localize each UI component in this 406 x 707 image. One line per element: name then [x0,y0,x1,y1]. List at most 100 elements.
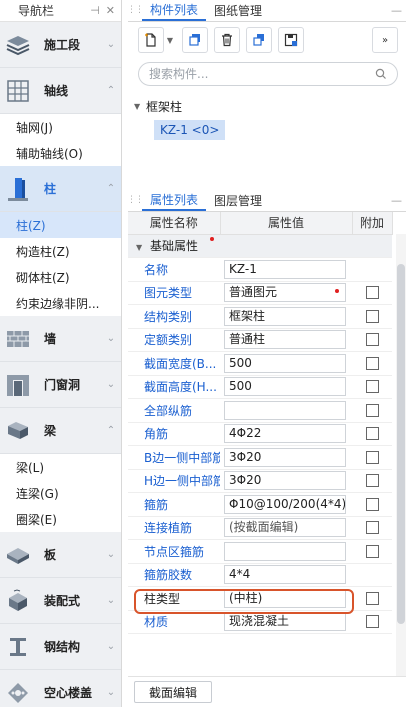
pin-icon[interactable]: ⊣ [90,4,100,17]
tab-drawing-management[interactable]: 图纸管理 [206,0,270,21]
nav-subitem[interactable]: 梁(L) [0,454,121,480]
property-row: 柱类型 (中柱) [128,586,392,611]
component-search[interactable] [138,62,398,86]
nav-category[interactable]: 施工段 ⌄ [0,22,121,68]
property-row: 名称 KZ-1 [128,257,392,282]
chevron-up-icon[interactable]: ⌃ [101,425,121,436]
drag-grip-icon[interactable]: ⋮⋮ [127,0,144,21]
attach-checkbox[interactable] [365,380,379,394]
property-rows: ▼ 基础属性 名称 KZ-1 图元类型 普通图元 结构类别 框架柱 定额类别 普通柱 截面宽度(… [128,234,392,634]
tab-component-list[interactable]: 构件列表 [142,0,207,21]
nav-category[interactable]: 柱 ⌃ [0,166,121,212]
minimize-icon[interactable]: — [391,194,402,207]
nav-subitem[interactable]: 柱(Z) [0,212,121,238]
collapse-caret-icon[interactable]: ▼ [136,243,142,252]
navigation-panel: 导航栏 ⊣ ✕ 施工段 ⌄ 轴线 ⌃ 轴网(J) 辅助轴线(O) 柱 ⌃ 柱(Z) 构造柱(Z) 砌… [0,0,122,707]
nav-category[interactable]: 钢结构 ⌄ [0,624,121,670]
header-property-name: 属性名称 [128,212,221,235]
attach-checkbox[interactable] [365,333,379,347]
attach-checkbox[interactable] [365,497,379,511]
attach-checkbox[interactable] [365,591,379,605]
minimize-icon[interactable]: — [391,4,402,17]
drag-grip-icon[interactable]: ⋮⋮ [127,189,144,211]
attach-checkbox[interactable] [365,356,379,370]
nav-category[interactable]: 梁 ⌃ [0,408,121,454]
tab-layer-management[interactable]: 图层管理 [206,189,270,211]
nav-category[interactable]: 装配式 ⌄ [0,578,121,624]
delete-component-button[interactable] [214,27,240,53]
tab-property-list[interactable]: 属性列表 [142,189,207,211]
property-value-field[interactable]: 4Φ22 [224,424,346,444]
group-label: 基础属性 [149,239,198,254]
property-value-field[interactable]: (中柱) [224,588,346,608]
property-value-field[interactable]: 框架柱 [224,306,346,326]
nav-category-label: 梁 [44,424,57,438]
nav-category[interactable]: 墙 ⌄ [0,316,121,362]
chevron-down-icon[interactable]: ⌄ [101,641,121,652]
search-icon[interactable] [375,68,387,80]
property-value-field[interactable]: 3Φ20 [224,447,346,467]
group-row-basic[interactable]: ▼ 基础属性 [128,234,392,258]
nav-subitem[interactable]: 砌体柱(Z) [0,264,121,290]
property-name: 图元类型 [128,281,220,305]
nav-subitem[interactable]: 连梁(G) [0,480,121,506]
property-value-field[interactable]: KZ-1 [224,259,346,279]
attach-checkbox[interactable] [365,427,379,441]
chevron-down-icon[interactable]: ⌄ [101,379,121,390]
chevron-down-icon[interactable]: ⌄ [101,333,121,344]
chevron-up-icon[interactable]: ⌃ [101,85,121,96]
attach-checkbox[interactable] [365,450,379,464]
property-row: 角筋 4Φ22 [128,422,392,446]
more-tools-button[interactable]: » [372,27,398,53]
chevron-down-icon[interactable]: ⌄ [101,595,121,606]
property-value-field[interactable]: 4*4 [224,565,346,585]
nav-list: 施工段 ⌄ 轴线 ⌃ 轴网(J) 辅助轴线(O) 柱 ⌃ 柱(Z) 构造柱(Z) 砌体柱(Z) 约束边… [0,22,121,707]
chevron-down-icon[interactable]: ⌄ [101,39,121,50]
attach-checkbox[interactable] [365,544,379,558]
attach-checkbox[interactable] [365,309,379,323]
property-value-field[interactable]: 500 [224,353,346,373]
property-value-field[interactable]: Φ10@100/200(4*4) [224,494,346,514]
new-component-button[interactable] [138,27,164,53]
section-edit-button[interactable]: 截面编辑 [134,681,213,703]
new-dropdown-caret[interactable]: ▼ [164,27,176,53]
chevron-up-icon[interactable]: ⌃ [101,183,121,194]
property-footer: 截面编辑 [128,676,406,707]
property-value-field[interactable]: 3Φ20 [224,471,346,491]
nav-category[interactable]: 轴线 ⌃ [0,68,121,114]
attach-checkbox[interactable] [365,521,379,535]
chevron-down-icon[interactable]: ⌄ [101,549,121,560]
nav-subitem[interactable]: 辅助轴线(O) [0,140,121,166]
attach-checkbox[interactable] [365,286,379,300]
collapse-caret-icon[interactable]: ▼ [134,102,146,111]
copy-to-floor-button[interactable] [246,27,272,53]
nav-subitem[interactable]: 构造柱(Z) [0,238,121,264]
nav-category[interactable]: 空心楼盖 ⌄ [0,670,121,707]
search-input[interactable] [149,67,375,81]
attach-checkbox[interactable] [365,474,379,488]
property-name: 截面宽度(B... [128,351,220,376]
tree-leaf-kz1[interactable]: KZ-1 <0> [154,120,226,140]
property-value-field[interactable]: (按截面编辑) [224,518,346,538]
property-value-field[interactable]: 普通图元 [224,283,346,303]
tree-node-frame-column[interactable]: ▼ 框架柱 [134,96,406,116]
property-value-field[interactable] [224,541,346,561]
property-value-field[interactable] [224,400,346,420]
nav-category[interactable]: 板 ⌄ [0,532,121,578]
nav-subitem[interactable]: 约束边缘非阴... [0,290,121,316]
property-value-field[interactable]: 现浇混凝土 [224,612,346,632]
component-settings-button[interactable] [278,27,304,53]
nav-subitem[interactable]: 圈梁(E) [0,506,121,532]
attach-checkbox[interactable] [365,403,379,417]
property-value-field[interactable]: 普通柱 [224,330,346,350]
vertical-scrollbar[interactable] [396,234,406,684]
attach-checkbox[interactable] [365,615,379,629]
property-name: 箍筋 [128,492,220,517]
nav-subitem[interactable]: 轴网(J) [0,114,121,140]
nav-category[interactable]: 门窗洞 ⌄ [0,362,121,408]
chevron-down-icon[interactable]: ⌄ [101,687,121,698]
copy-component-button[interactable] [182,27,208,53]
scrollbar-thumb[interactable] [397,264,405,624]
property-value-field[interactable]: 500 [224,377,346,397]
close-icon[interactable]: ✕ [106,4,115,17]
